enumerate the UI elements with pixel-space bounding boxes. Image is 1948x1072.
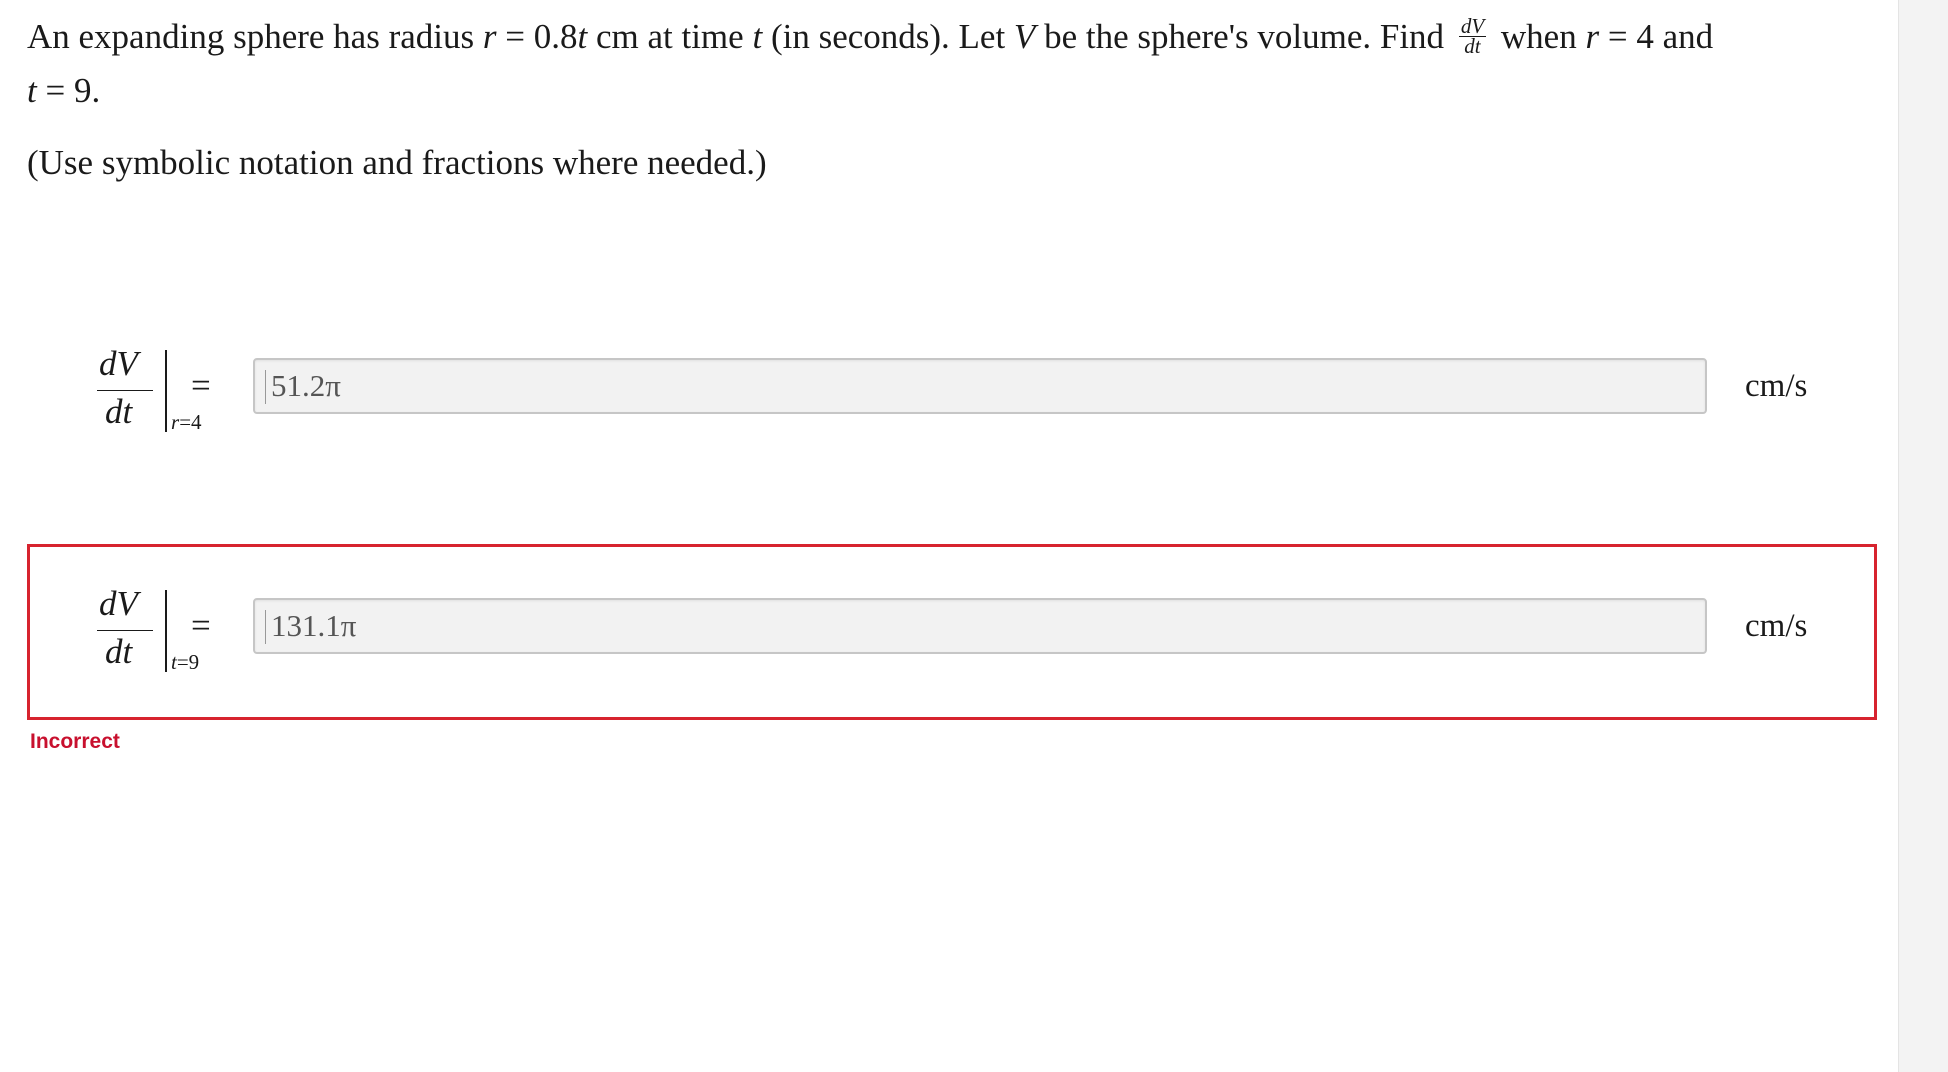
equals-sign: = (191, 366, 211, 405)
unit-label: cm/s (1745, 368, 1808, 404)
input-border-line (265, 610, 266, 644)
problem-variable-r: r (1585, 17, 1600, 56)
derivative-denominator: dt (105, 392, 133, 431)
fraction-bar (97, 390, 153, 391)
answer-input-field[interactable]: 51.2π (253, 358, 1707, 414)
problem-variable-t: t (577, 17, 588, 56)
problem-text: when (1492, 17, 1586, 56)
evaluation-bar (165, 350, 167, 432)
derivative-numerator: dV (99, 344, 138, 383)
input-border-line (265, 370, 266, 404)
fraction-denominator: dt (1464, 34, 1481, 59)
problem-text: cm at time (587, 17, 753, 56)
evaluation-point: r=4 (171, 410, 202, 435)
problem-variable-t: t (752, 17, 763, 56)
answer-value: 51.2π (271, 368, 341, 403)
fraction-bar (97, 630, 153, 631)
answer-input-field[interactable]: 131.1π (253, 598, 1707, 654)
answer-row-r: dV dt r=4 = 51.2π cm/s (27, 302, 1877, 478)
evaluation-value: =9 (176, 650, 200, 674)
feedback-incorrect-label: Incorrect (30, 730, 120, 753)
problem-variable-r: r (482, 17, 497, 56)
derivative-denominator: dt (105, 632, 133, 671)
problem-text: An expanding sphere has radius (27, 17, 483, 56)
scrollbar[interactable] (1898, 0, 1948, 1072)
answer-row-t: dV dt t=9 = 131.1π cm/s (27, 544, 1877, 720)
answer-value: 131.1π (271, 608, 357, 643)
derivative-numerator: dV (99, 584, 138, 623)
evaluation-value: =4 (179, 410, 202, 434)
problem-text: = 0.8 (496, 17, 578, 56)
problem-variable-t: t (27, 71, 37, 110)
unit-label: cm/s (1745, 608, 1808, 644)
instruction-text: (Use symbolic notation and fractions whe… (27, 143, 767, 182)
evaluation-point: t=9 (171, 650, 199, 675)
problem-text: = 9. (36, 71, 101, 110)
evaluation-variable: r (171, 410, 180, 434)
problem-text: (in seconds). Let (762, 17, 1014, 56)
problem-statement: An expanding sphere has radius r = 0.8t … (27, 10, 1807, 118)
equals-sign: = (191, 606, 211, 645)
inline-derivative-fraction: dV dt (1458, 16, 1487, 59)
question-page: An expanding sphere has radius r = 0.8t … (0, 0, 1898, 1072)
evaluation-bar (165, 590, 167, 672)
problem-text: be the sphere's volume. Find (1035, 17, 1453, 56)
problem-text: = 4 and (1599, 17, 1714, 56)
problem-variable-v: V (1013, 17, 1036, 56)
